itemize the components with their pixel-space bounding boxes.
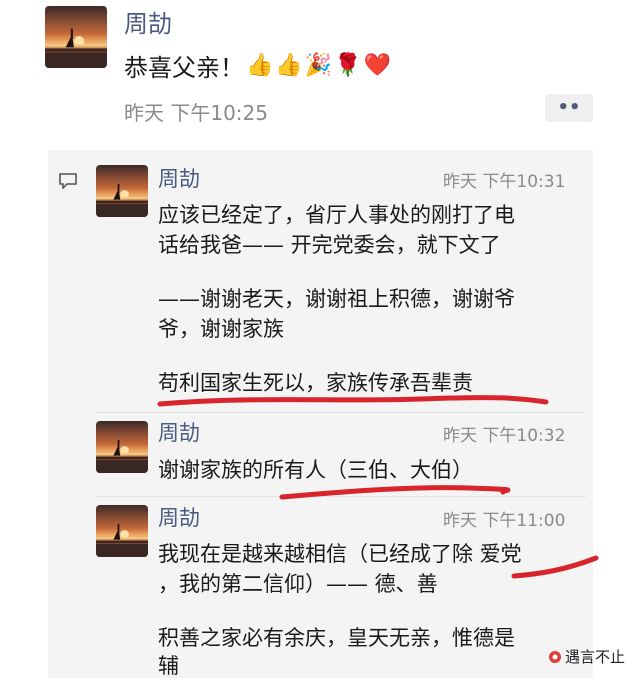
watermark: 遇言不止 — [548, 646, 625, 667]
red-underline-stroke — [279, 485, 511, 500]
red-underline-stroke — [511, 555, 599, 579]
watermark-logo-icon — [549, 650, 561, 663]
red-underline-stroke — [157, 395, 549, 407]
red-annotation-layer — [157, 395, 599, 579]
watermark-text: 遇言不止 — [565, 648, 626, 666]
